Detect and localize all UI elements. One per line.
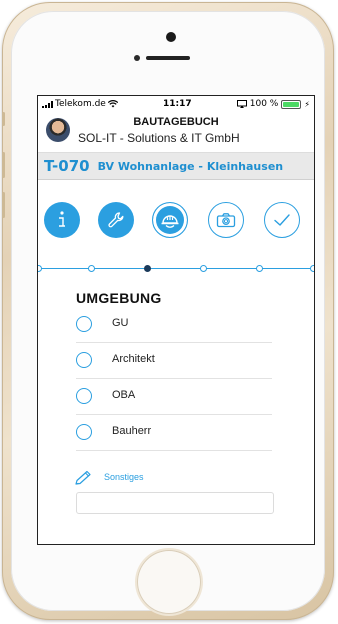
helmet-icon: [161, 215, 179, 228]
option-label: Architekt: [112, 353, 155, 365]
company-name: SOL-IT - Solutions & IT GmbH: [78, 131, 240, 145]
home-button[interactable]: [137, 550, 201, 614]
wifi-icon: [107, 100, 118, 108]
checkmark-icon: [274, 214, 290, 226]
option-row-oba[interactable]: OBA: [76, 378, 272, 415]
timeline-line: [38, 268, 314, 269]
volume-up-button: [2, 152, 5, 178]
front-camera: [166, 32, 176, 42]
wrench-icon: [108, 212, 124, 228]
step-environment[interactable]: [152, 202, 188, 238]
pencil-icon: [75, 470, 91, 485]
project-bar[interactable]: T-070 BV Wohnanlage - Kleinhausen: [38, 153, 314, 180]
mute-switch: [2, 112, 5, 126]
option-row-architekt[interactable]: Architekt: [76, 342, 272, 379]
step-navigation: [38, 202, 314, 242]
earpiece-speaker: [146, 56, 190, 60]
other-input[interactable]: [76, 492, 274, 514]
option-label: OBA: [112, 389, 136, 401]
carrier-name: Telekom.de: [55, 99, 106, 109]
charging-icon: ⚡: [304, 99, 310, 109]
section-title: UMGEBUNG: [76, 290, 162, 306]
radio-button[interactable]: [76, 388, 92, 404]
other-label: Sonstiges: [104, 472, 144, 482]
timeline-dot: [200, 265, 207, 272]
step-info[interactable]: [44, 202, 80, 238]
app-title: BAUTAGEBUCH: [133, 116, 219, 128]
timeline-dot-current: [144, 265, 151, 272]
timeline-dot: [256, 265, 263, 272]
timeline-dot-start: [38, 265, 42, 272]
timeline-dot: [88, 265, 95, 272]
option-label: GU: [112, 317, 129, 329]
battery-percent: 100 %: [249, 99, 279, 109]
screen-mirroring-icon: [236, 100, 247, 108]
step-finish[interactable]: [264, 202, 300, 238]
battery-icon: [281, 99, 302, 109]
proximity-sensor: [134, 55, 140, 61]
signal-icon: [42, 100, 53, 108]
radio-button[interactable]: [76, 424, 92, 440]
status-bar: Telekom.de 11:17 100 % ⚡: [38, 96, 314, 112]
app-screen: Telekom.de 11:17 100 % ⚡ BAUTAGEBUCH SOL…: [38, 96, 314, 544]
step-tools[interactable]: [98, 202, 134, 238]
progress-timeline: [38, 264, 314, 274]
timeline-dot-end: [310, 265, 314, 272]
clock: 11:17: [162, 99, 192, 109]
volume-down-button: [2, 192, 5, 218]
step-photos[interactable]: [208, 202, 244, 238]
option-label: Bauherr: [112, 425, 152, 437]
project-name: BV Wohnanlage - Kleinhausen: [97, 159, 284, 173]
app-header: BAUTAGEBUCH SOL-IT - Solutions & IT GmbH: [38, 112, 314, 153]
project-code: T-070: [44, 157, 90, 175]
option-row-gu[interactable]: GU: [76, 306, 272, 343]
radio-button[interactable]: [76, 316, 92, 332]
info-icon: [59, 211, 65, 227]
option-row-bauherr[interactable]: Bauherr: [76, 414, 272, 451]
radio-button[interactable]: [76, 352, 92, 368]
camera-icon: [216, 213, 236, 228]
